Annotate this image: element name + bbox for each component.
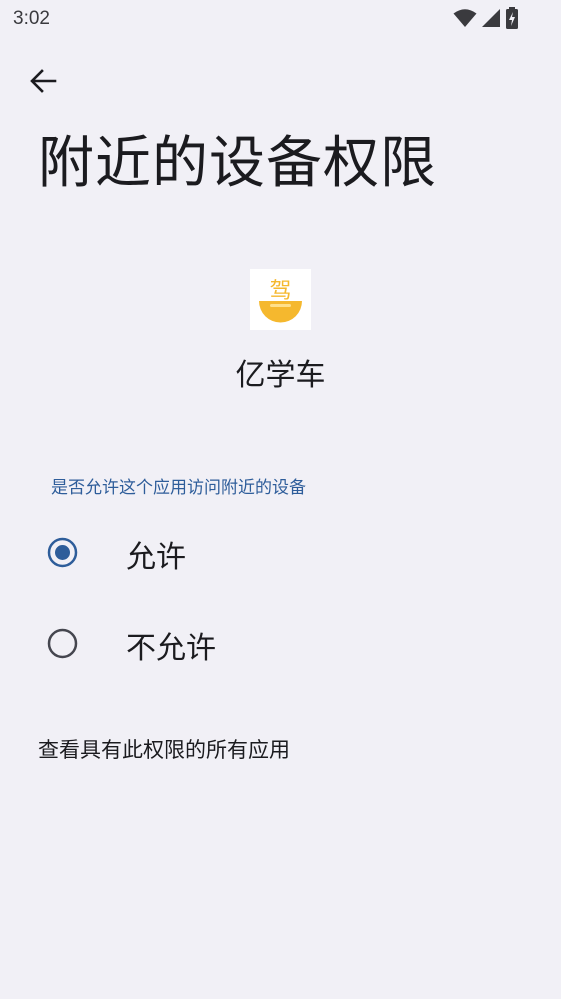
deny-option[interactable]: 不允许 [0,604,561,684]
battery-charging-icon [506,7,518,29]
page-title: 附近的设备权限 [38,131,437,196]
app-name: 亿学车 [235,358,326,393]
permission-question: 是否允许这个应用访问附近的设备 [51,478,306,498]
wifi-icon [453,9,477,27]
radio-selected-icon[interactable] [47,537,78,568]
back-arrow-icon [30,69,57,93]
status-time: 3:02 [13,8,50,29]
radio-unselected-icon[interactable] [47,628,78,659]
status-bar: 3:02 [0,0,561,40]
view-all-apps-link[interactable]: 查看具有此权限的所有应用 [38,734,290,764]
app-logo-icon: 驾 [250,269,311,330]
back-button[interactable] [26,64,60,98]
allow-option-label: 允许 [126,540,186,575]
signal-icon [482,9,500,27]
status-icons [453,7,519,29]
allow-option[interactable]: 允许 [0,513,561,593]
deny-option-label: 不允许 [126,631,216,666]
app-logo-char: 驾 [269,279,291,304]
